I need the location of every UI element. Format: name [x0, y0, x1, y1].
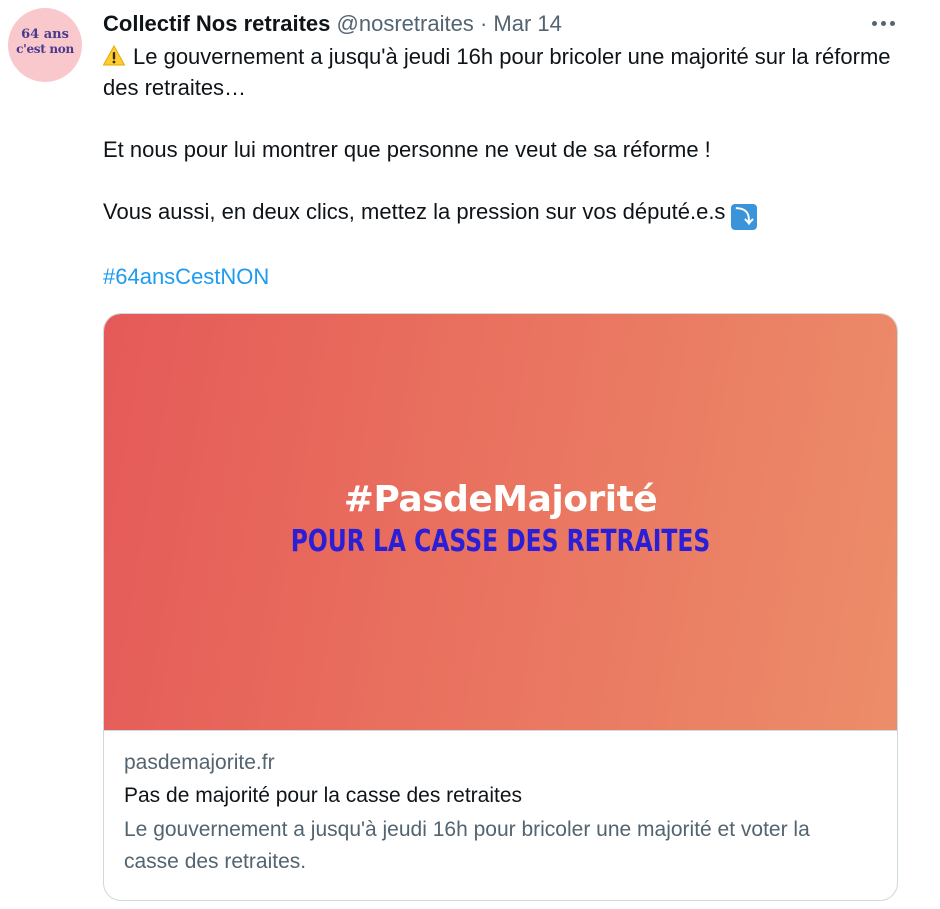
tweet-line-2: Et nous pour lui montrer que personne ne…: [103, 137, 711, 162]
tweet-header: Collectif Nos retraites @nosretraites · …: [103, 10, 562, 38]
display-name[interactable]: Collectif Nos retraites: [103, 11, 330, 36]
tweet-date[interactable]: Mar 14: [493, 11, 561, 36]
avatar-line-1: 64 ans: [21, 27, 69, 42]
card-description: Le gouvernement a jusqu'à jeudi 16h pour…: [124, 818, 810, 873]
card-title: Pas de majorité pour la casse des retrai…: [124, 784, 523, 807]
tweet-paragraph-3: Vous aussi, en deux clics, mettez la pre…: [103, 196, 903, 230]
user-handle[interactable]: @nosretraites: [337, 11, 474, 36]
tweet-line-1: Le gouvernement a jusqu'à jeudi 16h pour…: [103, 44, 891, 100]
more-options-button[interactable]: [866, 8, 900, 38]
link-preview-card[interactable]: #PasdeMajorité POUR LA CASSE DES RETRAIT…: [103, 313, 898, 901]
tweet-paragraph-4: #64ansCestNON: [103, 261, 903, 292]
more-dot-icon: [871, 20, 877, 26]
tweet-line-3: Vous aussi, en deux clics, mettez la pre…: [103, 199, 726, 224]
warning-icon: [103, 45, 125, 67]
avatar-text: 64 ans c'est non: [8, 27, 82, 57]
card-image-title: #PasdeMajorité: [343, 479, 658, 520]
more-dot-icon: [889, 20, 895, 26]
avatar[interactable]: 64 ans c'est non: [8, 8, 82, 82]
card-text[interactable]: pasdemajorite.fr Pas de majorité pour la…: [124, 748, 864, 878]
tweet[interactable]: 64 ans c'est non Collectif Nos retraites…: [0, 0, 940, 909]
tweet-paragraph-2: Et nous pour lui montrer que personne ne…: [103, 134, 903, 165]
tweet-text: Le gouvernement a jusqu'à jeudi 16h pour…: [103, 41, 903, 292]
header-separator: ·: [479, 11, 488, 36]
arrow-down-icon: ⤵: [731, 204, 758, 230]
card-domain: pasdemajorite.fr: [124, 751, 275, 774]
hashtag-link[interactable]: #64ansCestNON: [103, 264, 269, 289]
tweet-paragraph-1: Le gouvernement a jusqu'à jeudi 16h pour…: [103, 41, 903, 103]
card-image[interactable]: #PasdeMajorité POUR LA CASSE DES RETRAIT…: [104, 314, 897, 731]
more-dot-icon: [880, 20, 886, 26]
avatar-line-2: c'est non: [16, 42, 74, 56]
card-image-subtitle: POUR LA CASSE DES RETRAITES: [290, 524, 711, 559]
